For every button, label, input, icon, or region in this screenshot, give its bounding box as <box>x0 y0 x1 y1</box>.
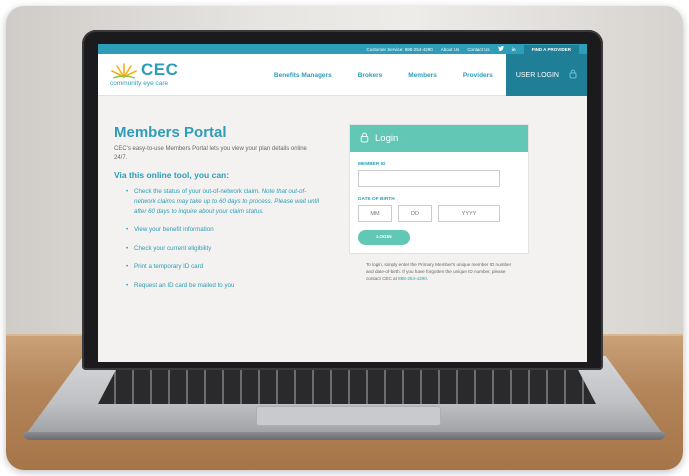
nav-benefits-managers[interactable]: Benefits Managers <box>261 72 345 79</box>
page-title: Members Portal <box>114 124 227 141</box>
list-item-text: View your benefit information <box>134 226 214 234</box>
laptop-trackpad <box>256 406 441 426</box>
help-text-end: . <box>426 275 429 281</box>
dob-label: DATE OF BIRTH <box>358 197 395 202</box>
nav-providers[interactable]: Providers <box>450 72 506 79</box>
list-item: Print a temporary ID card <box>126 262 324 272</box>
utility-bar: Customer Service: 888-254-4290 About Us … <box>98 44 587 54</box>
lock-icon <box>360 132 369 146</box>
list-item: Check your current eligibility <box>126 244 324 254</box>
list-item-text: Print a temporary ID card <box>134 263 204 271</box>
login-card: Login MEMBER ID DATE OF BIRTH LOGIN <box>349 124 529 254</box>
user-login-label: USER LOGIN <box>515 71 559 79</box>
laptop-lid: Customer Service: 888-254-4290 About Us … <box>82 30 603 370</box>
list-item: View your benefit information <box>126 225 324 235</box>
laptop-screen: Customer Service: 888-254-4290 About Us … <box>98 44 587 362</box>
help-phone-link[interactable]: 888-254-4290 <box>398 276 427 281</box>
sun-logo-icon <box>111 63 137 79</box>
list-item-text: Check the status of your out-of-network … <box>134 188 262 196</box>
dob-day-input[interactable] <box>398 205 432 222</box>
dob-month-input[interactable] <box>358 205 392 222</box>
intro-text: CEC's easy-to-use Members Portal lets yo… <box>114 146 307 161</box>
main-nav: CEC community eye care Benefits Managers… <box>98 54 587 96</box>
contact-link[interactable]: Contact Us <box>467 47 489 52</box>
list-item: Check the status of your out-of-network … <box>126 187 324 216</box>
linkedin-icon[interactable]: in <box>512 47 516 52</box>
nav-brokers[interactable]: Brokers <box>345 72 396 79</box>
login-button[interactable]: LOGIN <box>358 230 410 245</box>
user-login-button[interactable]: USER LOGIN <box>505 54 587 96</box>
list-item: Request an ID card be mailed to you <box>126 281 324 291</box>
nav-members[interactable]: Members <box>395 72 450 79</box>
twitter-icon[interactable] <box>497 46 504 52</box>
member-id-label: MEMBER ID <box>358 162 386 167</box>
login-title: Login <box>375 133 399 144</box>
section-subtitle: Via this online tool, you can: <box>114 170 230 181</box>
logo-tagline: community eye care <box>110 80 169 87</box>
members-portal-content: Members Portal CEC's easy-to-use Members… <box>114 124 324 300</box>
nav-menu: Benefits Managers Brokers Members Provid… <box>261 54 587 96</box>
logo-brand: CEC <box>141 60 179 79</box>
login-help-text: To login, simply enter the Primary Membe… <box>366 262 516 283</box>
login-card-header: Login <box>350 125 528 152</box>
about-link[interactable]: About Us <box>441 47 460 52</box>
lock-icon <box>569 69 577 81</box>
feature-list: Check the status of your out-of-network … <box>114 187 324 290</box>
customer-service-text: Customer Service: 888-254-4290 <box>366 46 433 52</box>
member-id-input[interactable] <box>358 170 500 187</box>
cec-logo[interactable]: CEC community eye care <box>110 60 230 90</box>
login-form: MEMBER ID DATE OF BIRTH LOGIN <box>350 152 528 245</box>
laptop-keyboard <box>98 366 596 404</box>
list-item-text: Check your current eligibility <box>134 244 212 252</box>
find-provider-button[interactable]: FIND A PROVIDER <box>523 44 579 54</box>
help-text: To login, simply enter the Primary Membe… <box>366 262 512 281</box>
laptop-base-front <box>24 432 665 440</box>
list-item-text: Request an ID card be mailed to you <box>134 282 235 290</box>
dob-fields <box>358 205 520 222</box>
photo-frame: Customer Service: 888-254-4290 About Us … <box>6 6 683 470</box>
dob-year-input[interactable] <box>438 205 500 222</box>
